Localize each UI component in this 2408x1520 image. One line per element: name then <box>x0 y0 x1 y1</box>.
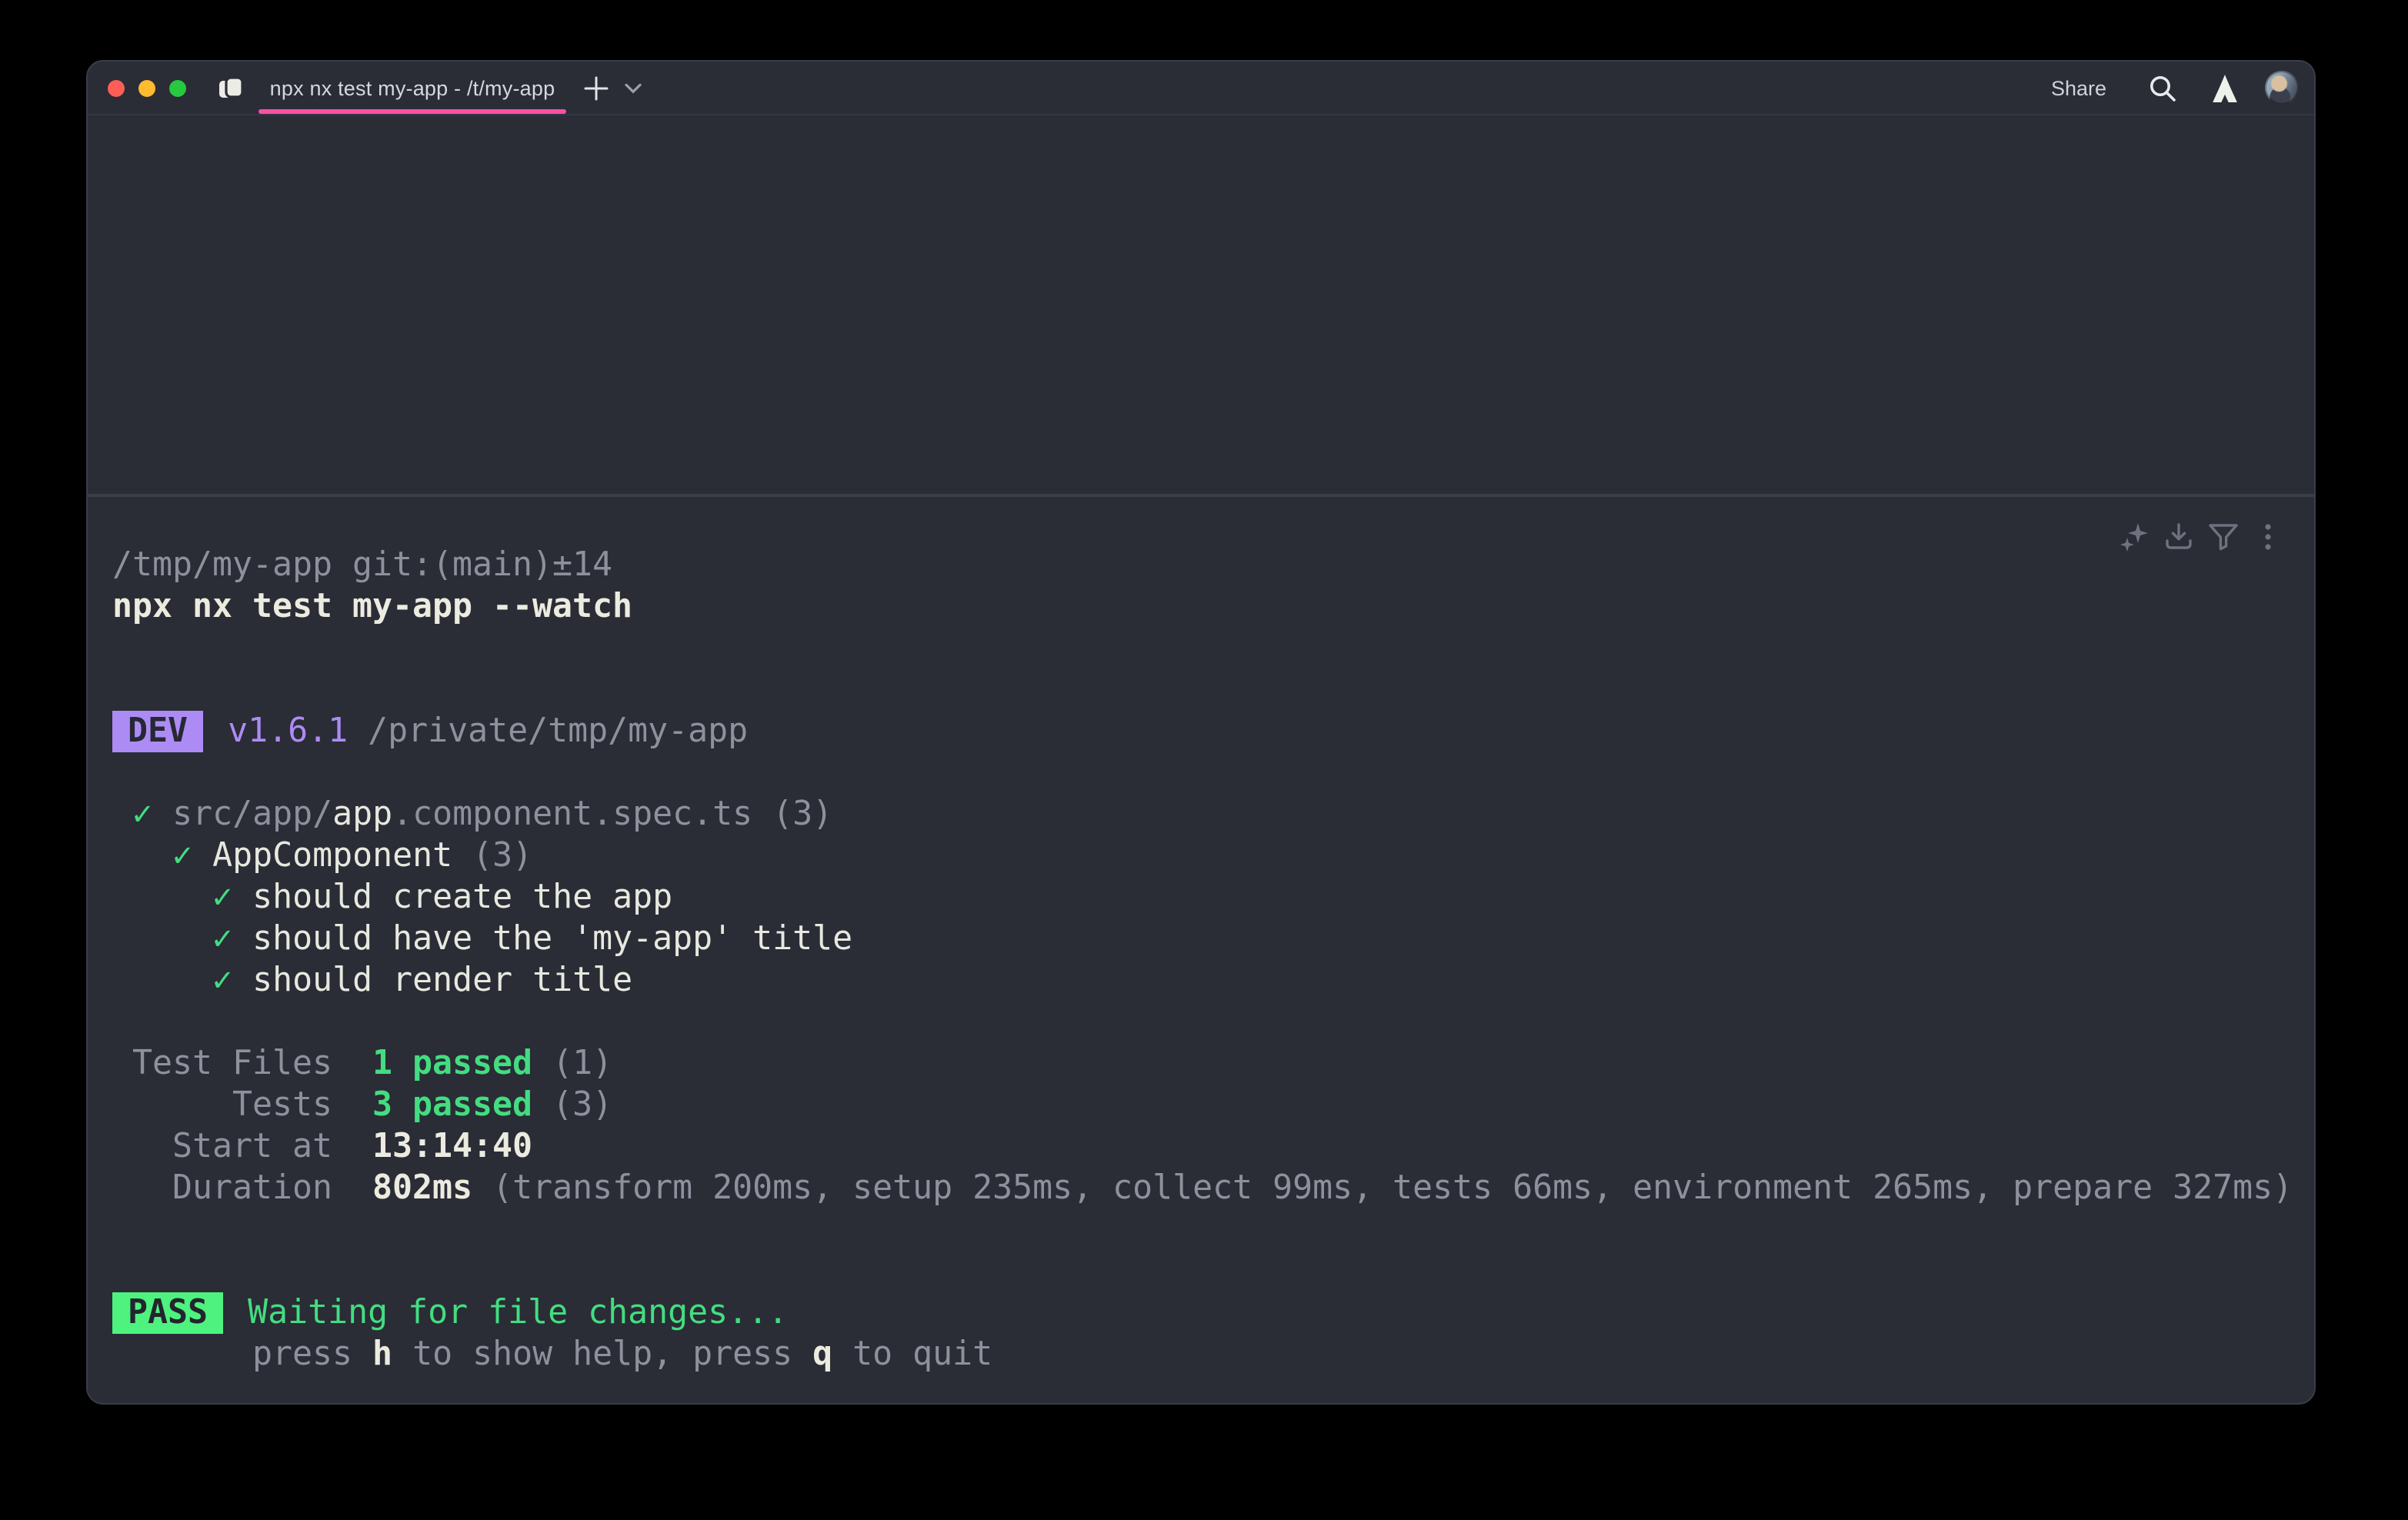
watch-status-line: PASS Waiting for file changes... <box>112 1292 2314 1334</box>
test-suite-line: ✓ AppComponent (3) <box>112 835 2314 877</box>
segment-dim: Test Files <box>112 1045 372 1083</box>
summary-start-at: Start at 13:14:40 <box>112 1126 2314 1168</box>
segment-dim <box>228 1294 248 1332</box>
segment-dim: (1) <box>532 1045 612 1083</box>
segment-green: ✓ <box>172 837 192 875</box>
segment-white-bold: 802ms <box>372 1169 472 1208</box>
segment-white-bold: 13:14:40 <box>372 1128 532 1166</box>
blank-line <box>112 1209 2314 1251</box>
scrollback-area <box>88 115 2314 497</box>
segment-dim: Duration <box>112 1169 372 1208</box>
segment-white: should create the app <box>252 878 672 917</box>
segment-dim: Tests <box>112 1086 372 1125</box>
share-button[interactable]: Share <box>2051 76 2106 99</box>
segment-white-bold: h <box>372 1335 392 1374</box>
segment-purple: v1.6.1 <box>228 712 348 751</box>
page: npx nx test my-app - /t/my-app Share <box>0 0 2408 1520</box>
segment-green: ✓ <box>212 920 232 958</box>
segment-white: app <box>332 795 392 834</box>
command-block: /tmp/my-app git:(main)±14npx nx test my-… <box>88 497 2314 1403</box>
segment-dim: (3) <box>752 795 832 834</box>
blank-line <box>112 628 2314 669</box>
segment-dim: (transform 200ms, setup 235ms, collect 9… <box>472 1169 2293 1208</box>
segment-green: ✓ <box>212 962 232 1000</box>
segment-dim <box>152 795 172 834</box>
kebab-menu-icon[interactable] <box>2253 522 2283 552</box>
traffic-lights <box>108 79 186 96</box>
close-button[interactable] <box>108 79 125 96</box>
test-case-line: ✓ should have the 'my-app' title <box>112 918 2314 960</box>
segment-green: ✓ <box>132 795 152 834</box>
segment-dim <box>192 837 212 875</box>
chevron-down-icon[interactable] <box>623 78 642 97</box>
segment-dim: .component.spec.ts <box>392 795 752 834</box>
segment-dim: (3) <box>452 837 532 875</box>
warp-logo-icon[interactable] <box>2210 72 2240 103</box>
segment-dim <box>112 837 172 875</box>
command-line: npx nx test my-app --watch <box>112 586 2314 628</box>
blank-line <box>112 1251 2314 1292</box>
segment-dim: /tmp/my-app git:(main)±14 <box>112 546 612 585</box>
segment-dim: to show help, press <box>392 1335 812 1374</box>
active-tab[interactable]: npx nx test my-app - /t/my-app <box>258 62 566 114</box>
filter-icon[interactable] <box>2208 522 2239 552</box>
segment-cmd: npx nx test my-app --watch <box>112 588 632 626</box>
segment-dim <box>232 920 252 958</box>
segment-dim <box>232 878 252 917</box>
segment-dim <box>112 962 212 1000</box>
test-file-line: ✓ src/app/app.component.spec.ts (3) <box>112 794 2314 835</box>
blank-line <box>112 669 2314 711</box>
titlebar: npx nx test my-app - /t/my-app Share <box>88 62 2314 115</box>
prompt-line: /tmp/my-app git:(main)±14 <box>112 545 2314 586</box>
new-tab-button[interactable] <box>582 74 609 102</box>
pages-icon[interactable] <box>218 77 243 98</box>
terminal-window: npx nx test my-app - /t/my-app Share <box>86 60 2316 1405</box>
badge-pass: PASS <box>112 1292 223 1334</box>
segment-dim: (3) <box>532 1086 612 1125</box>
summary-duration: Duration 802ms (transform 200ms, setup 2… <box>112 1168 2314 1209</box>
block-toolbar <box>2119 522 2283 552</box>
tab-title: npx nx test my-app - /t/my-app <box>270 76 555 99</box>
zoom-button[interactable] <box>169 79 186 96</box>
test-case-line: ✓ should create the app <box>112 877 2314 918</box>
titlebar-right: Share <box>2051 71 2299 105</box>
watch-help-line: press h to show help, press q to quit <box>112 1334 2314 1375</box>
segment-dim <box>112 878 212 917</box>
segment-green: Waiting for file changes... <box>248 1294 788 1332</box>
segment-dim <box>232 962 252 1000</box>
segment-white: should have the 'my-app' title <box>252 920 852 958</box>
segment-dim: to quit <box>832 1335 992 1374</box>
segment-dim: /private/tmp/my-app <box>348 712 748 751</box>
avatar[interactable] <box>2265 71 2299 105</box>
segment-dim: Start at <box>112 1128 372 1166</box>
ai-sparkles-icon[interactable] <box>2119 522 2150 552</box>
minimize-button[interactable] <box>138 79 155 96</box>
segment-green: ✓ <box>212 878 232 917</box>
blank-line <box>112 1002 2314 1043</box>
segment-white-bold: q <box>812 1335 832 1374</box>
segment-green-bold: 1 passed <box>372 1045 532 1083</box>
segment-dim: press <box>112 1335 372 1374</box>
summary-test-files: Test Files 1 passed (1) <box>112 1043 2314 1085</box>
download-icon[interactable] <box>2163 522 2194 552</box>
test-case-line: ✓ should render title <box>112 960 2314 1002</box>
segment-dim: src/app/ <box>172 795 332 834</box>
vite-dev-line: DEV v1.6.1 /private/tmp/my-app <box>112 711 2314 752</box>
segment-green-bold: 3 passed <box>372 1086 532 1125</box>
segment-dim <box>112 920 212 958</box>
summary-tests: Tests 3 passed (3) <box>112 1085 2314 1126</box>
segment-dim <box>112 795 132 834</box>
active-tab-indicator <box>258 109 566 114</box>
search-icon[interactable] <box>2146 72 2177 103</box>
segment-white: should render title <box>252 962 632 1000</box>
segment-white: AppComponent <box>212 837 452 875</box>
blank-line <box>112 752 2314 794</box>
badge-dev: DEV <box>112 711 203 752</box>
segment-dim <box>208 712 228 751</box>
terminal-output: /tmp/my-app git:(main)±14npx nx test my-… <box>112 545 2314 1375</box>
